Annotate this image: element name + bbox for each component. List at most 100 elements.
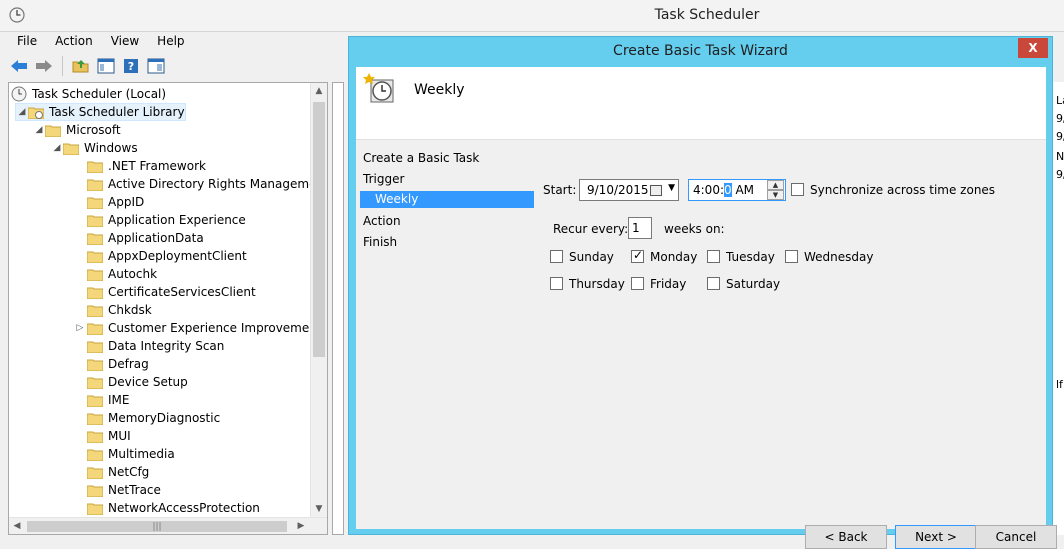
scroll-thumb-horizontal[interactable]: |||	[27, 521, 287, 532]
main-titlebar: Task Scheduler	[0, 0, 1064, 32]
tree-item-folder[interactable]: Chkdsk	[87, 301, 152, 319]
folder-icon	[87, 431, 103, 443]
monday-checkbox[interactable]: ✓	[631, 248, 644, 263]
console-tree-icon	[97, 58, 115, 74]
tree-item-label: .NET Framework	[108, 159, 206, 173]
tree-item-folder[interactable]: NetworkAccessProtection	[87, 499, 260, 517]
tree-item-microsoft[interactable]: ◢ Microsoft	[33, 121, 121, 139]
right-edge-fragment: La	[1056, 94, 1064, 107]
scroll-up-icon[interactable]: ▲	[311, 83, 327, 100]
scroll-right-icon[interactable]: ▶	[293, 518, 309, 534]
tree-item-folder[interactable]: NetTrace	[87, 481, 161, 499]
scroll-down-icon[interactable]: ▼	[311, 501, 327, 518]
chevron-down-icon[interactable]: ▼	[668, 183, 675, 193]
menu-action[interactable]: Action	[46, 33, 102, 51]
thursday-checkbox[interactable]	[550, 277, 563, 290]
tuesday-label: Tuesday	[726, 250, 775, 264]
menu-file[interactable]: File	[8, 33, 46, 51]
collapse-arrow-icon[interactable]: ◢	[16, 107, 28, 117]
folder-icon	[87, 449, 103, 461]
scroll-left-icon[interactable]: ◀	[9, 518, 25, 534]
recur-every-input[interactable]: 1	[628, 217, 652, 239]
tree-item-label: MUI	[108, 429, 131, 443]
calendar-icon[interactable]	[650, 185, 662, 196]
menu-view[interactable]: View	[102, 33, 148, 51]
sunday-label: Sunday	[569, 250, 614, 264]
folder-icon	[45, 125, 61, 137]
spin-down-icon[interactable]: ▼	[767, 190, 784, 200]
tree-item-label: ApplicationData	[108, 231, 204, 245]
help-icon: ?	[124, 59, 138, 73]
tree-item-label: Active Directory Rights Management S	[108, 177, 328, 191]
weeks-on-label: weeks on:	[664, 222, 725, 236]
step-action[interactable]: Action	[363, 211, 401, 231]
up-folder-button[interactable]	[70, 55, 92, 77]
show-hide-tree-button[interactable]	[95, 55, 117, 77]
folder-icon	[87, 161, 103, 173]
step-trigger[interactable]: Trigger	[363, 169, 404, 189]
tree-item-folder[interactable]: ▷ Customer Experience Improvement Pr	[73, 319, 328, 337]
start-date-value: 9/10/2015	[587, 183, 649, 197]
tree-item-folder[interactable]: Active Directory Rights Management S	[87, 175, 328, 193]
time-spinner[interactable]: ▲ ▼	[767, 180, 784, 200]
tree-item-folder[interactable]: MemoryDiagnostic	[87, 409, 220, 427]
tree-item-label: AppxDeploymentClient	[108, 249, 247, 263]
console-tree[interactable]: Task Scheduler (Local) ◢ Task Scheduler …	[8, 82, 328, 535]
folder-icon	[87, 305, 103, 317]
help-button[interactable]: ?	[120, 55, 142, 77]
tree-item-folder[interactable]: Multimedia	[87, 445, 175, 463]
tree-item-label: Device Setup	[108, 375, 188, 389]
tree-item-folder[interactable]: Defrag	[87, 355, 149, 373]
close-button[interactable]: X	[1018, 38, 1048, 58]
folder-icon	[87, 359, 103, 371]
tree-item-folder[interactable]: Autochk	[87, 265, 157, 283]
tuesday-checkbox[interactable]	[707, 250, 720, 263]
tree-item-folder[interactable]: NetCfg	[87, 463, 149, 481]
collapse-arrow-icon[interactable]: ◢	[51, 143, 63, 153]
back-arrow-button[interactable]	[8, 55, 30, 77]
tree-item-label: Task Scheduler Library	[49, 105, 185, 119]
tree-item-folder[interactable]: Data Integrity Scan	[87, 337, 224, 355]
tree-item-folder[interactable]: CertificateServicesClient	[87, 283, 256, 301]
folder-icon	[87, 485, 103, 497]
tree-item-folder[interactable]: AppID	[87, 193, 144, 211]
scroll-thumb[interactable]	[313, 102, 325, 357]
tree-item-folder[interactable]: MUI	[87, 427, 131, 445]
tree-item-folder[interactable]: IME	[87, 391, 129, 409]
next-button[interactable]: Next >	[895, 525, 977, 549]
tree-item-label: IME	[108, 393, 130, 407]
tree-item-folder[interactable]: Application Experience	[87, 211, 246, 229]
tree-vertical-scrollbar[interactable]: ▲ ▼	[310, 83, 327, 518]
sunday-checkbox[interactable]	[550, 250, 563, 263]
right-edge-fragment: 9/	[1056, 112, 1064, 125]
friday-checkbox[interactable]	[631, 277, 644, 290]
cancel-button[interactable]: Cancel	[975, 525, 1057, 549]
expand-arrow-icon[interactable]: ▷	[73, 323, 87, 333]
show-hide-action-pane-button[interactable]	[145, 55, 167, 77]
sync-timezones-label: Synchronize across time zones	[810, 183, 996, 197]
tree-item-task-scheduler-library[interactable]: ◢ Task Scheduler Library	[15, 103, 186, 121]
tree-item-label: Customer Experience Improvement Pr	[108, 321, 328, 335]
tree-horizontal-scrollbar[interactable]: ◀ ||| ▶	[9, 517, 327, 534]
tree-item-label: Data Integrity Scan	[108, 339, 225, 353]
step-weekly[interactable]: Weekly	[360, 191, 534, 208]
start-time-prefix: 4:00:	[693, 183, 724, 197]
tree-item-folder[interactable]: Device Setup	[87, 373, 188, 391]
tree-item-folder[interactable]: AppxDeploymentClient	[87, 247, 247, 265]
back-button[interactable]: < Back	[805, 525, 887, 549]
step-create-basic-task[interactable]: Create a Basic Task	[363, 148, 479, 168]
step-finish[interactable]: Finish	[363, 232, 397, 252]
sync-timezones-checkbox[interactable]	[791, 183, 804, 196]
tree-item-windows[interactable]: ◢ Windows	[51, 139, 138, 157]
forward-arrow-button[interactable]	[33, 55, 55, 77]
tree-item-task-scheduler-local[interactable]: Task Scheduler (Local)	[11, 85, 166, 103]
menu-help[interactable]: Help	[148, 33, 193, 51]
folder-icon	[87, 467, 103, 479]
saturday-checkbox[interactable]	[707, 277, 720, 290]
wednesday-checkbox[interactable]	[785, 250, 798, 263]
tree-item-folder[interactable]: .NET Framework	[87, 157, 206, 175]
spin-up-icon[interactable]: ▲	[767, 180, 784, 190]
collapse-arrow-icon[interactable]: ◢	[33, 125, 45, 135]
tree-item-folder[interactable]: ApplicationData	[87, 229, 204, 247]
start-date-picker[interactable]: 9/10/2015 ▼	[579, 179, 679, 201]
